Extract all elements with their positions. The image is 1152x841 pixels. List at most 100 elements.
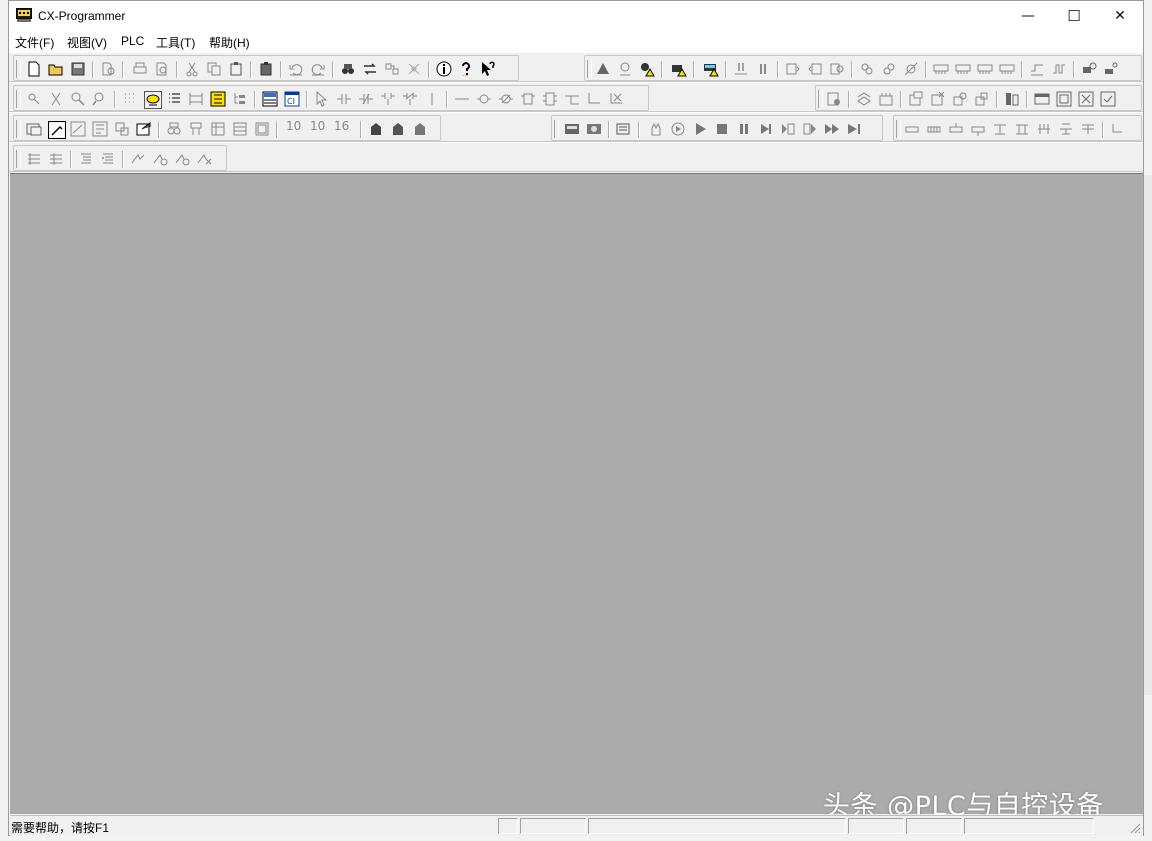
differential-icon[interactable] bbox=[1029, 61, 1045, 77]
print-preview-icon[interactable] bbox=[154, 61, 170, 77]
cut-icon[interactable] bbox=[184, 61, 200, 77]
rung-icon[interactable] bbox=[188, 91, 204, 107]
indent-icon[interactable] bbox=[26, 151, 42, 167]
reset-icon[interactable] bbox=[881, 61, 897, 77]
instruction-icon[interactable] bbox=[520, 91, 536, 107]
list-icon[interactable] bbox=[166, 91, 182, 107]
bookmark-clear-icon[interactable] bbox=[196, 151, 212, 167]
menu-file[interactable]: 文件(F) bbox=[15, 34, 54, 51]
show-comments-icon[interactable] bbox=[144, 91, 162, 109]
upload-icon[interactable] bbox=[785, 61, 801, 77]
resize-grip-icon[interactable] bbox=[1129, 822, 1141, 834]
watch-window-icon[interactable] bbox=[1056, 91, 1072, 107]
contact-no-icon[interactable] bbox=[336, 91, 352, 107]
download-icon[interactable] bbox=[807, 61, 823, 77]
context-help-icon[interactable] bbox=[480, 61, 496, 77]
paste-icon[interactable] bbox=[228, 61, 244, 77]
online-edit-icon[interactable] bbox=[368, 121, 384, 137]
function-block-icon[interactable] bbox=[542, 91, 558, 107]
sim-pause-icon[interactable] bbox=[736, 121, 752, 137]
mnemonic-view-icon[interactable] bbox=[70, 121, 86, 137]
menu-tools[interactable]: 工具(T) bbox=[156, 34, 195, 51]
delete-row-icon[interactable] bbox=[948, 121, 964, 137]
toolbar-grip[interactable] bbox=[16, 60, 21, 78]
compare-plc-icon[interactable] bbox=[829, 61, 845, 77]
sim-transfer-icon[interactable] bbox=[586, 121, 602, 137]
project-window-icon[interactable] bbox=[26, 121, 42, 137]
force-on-icon[interactable] bbox=[733, 61, 749, 77]
find-icon[interactable] bbox=[340, 61, 356, 77]
memory-view-icon[interactable] bbox=[955, 61, 971, 77]
toolbar-grip[interactable] bbox=[896, 120, 901, 138]
copy-icon[interactable] bbox=[206, 61, 222, 77]
zoom-out-icon[interactable] bbox=[92, 91, 108, 107]
toolbar-grip[interactable] bbox=[16, 150, 21, 168]
zoom-in-icon[interactable] bbox=[70, 91, 86, 107]
minimize-button[interactable]: — bbox=[1005, 1, 1051, 31]
memory-edit-icon[interactable] bbox=[977, 61, 993, 77]
online-icon[interactable] bbox=[595, 61, 611, 77]
window-cascade-icon[interactable] bbox=[952, 91, 968, 107]
io-table-icon[interactable] bbox=[1004, 91, 1020, 107]
toolbar-grip[interactable] bbox=[16, 90, 21, 108]
mdi-workspace[interactable] bbox=[10, 173, 1143, 814]
sim-step-icon[interactable] bbox=[670, 121, 686, 137]
properties-icon[interactable] bbox=[136, 121, 152, 137]
contact-or-icon[interactable] bbox=[380, 91, 396, 107]
delete-line-icon[interactable] bbox=[608, 91, 624, 107]
pointer-icon[interactable] bbox=[314, 91, 330, 107]
bookmark-add-icon[interactable] bbox=[130, 151, 146, 167]
ladder-view-icon[interactable] bbox=[48, 121, 66, 139]
compare-icon[interactable] bbox=[100, 61, 116, 77]
bookmark-prev-icon[interactable] bbox=[174, 151, 190, 167]
address-16-label[interactable]: 16 bbox=[334, 119, 349, 133]
replace-icon[interactable] bbox=[362, 61, 378, 77]
corner-line-icon[interactable] bbox=[586, 91, 602, 107]
menu-help[interactable]: 帮助(H) bbox=[209, 34, 250, 51]
address-10-label[interactable]: 10 bbox=[286, 119, 301, 133]
select-scissors-icon[interactable] bbox=[48, 91, 64, 107]
pause-icon[interactable] bbox=[755, 61, 771, 77]
new-file-icon[interactable] bbox=[26, 61, 42, 77]
delete-column-icon[interactable] bbox=[970, 121, 986, 137]
online-edit-cancel-icon[interactable] bbox=[412, 121, 428, 137]
help-icon[interactable] bbox=[458, 61, 474, 77]
open-folder-icon[interactable] bbox=[48, 61, 64, 77]
stop-icon[interactable] bbox=[714, 121, 730, 137]
plc-warning-icon[interactable] bbox=[703, 61, 719, 77]
about-info-icon[interactable] bbox=[436, 61, 452, 77]
vertical-line-icon[interactable] bbox=[424, 91, 440, 107]
run-icon[interactable] bbox=[692, 121, 708, 137]
task-icon[interactable] bbox=[878, 91, 894, 107]
window-split-icon[interactable] bbox=[908, 91, 924, 107]
redo-icon[interactable] bbox=[310, 61, 326, 77]
grid-view-icon[interactable] bbox=[254, 121, 270, 137]
insert-row-icon[interactable] bbox=[904, 121, 920, 137]
sfc-view-icon[interactable] bbox=[114, 121, 130, 137]
branch-icon[interactable] bbox=[564, 91, 580, 107]
sim-hand-icon[interactable] bbox=[648, 121, 664, 137]
monitor-icon[interactable] bbox=[617, 61, 633, 77]
toggle-icon[interactable] bbox=[903, 61, 919, 77]
contact-nc-icon[interactable] bbox=[358, 91, 374, 107]
horizontal-line-icon[interactable] bbox=[454, 91, 470, 107]
sim-list-icon[interactable] bbox=[616, 121, 632, 137]
fast-forward-icon[interactable] bbox=[824, 121, 840, 137]
memory-icon[interactable] bbox=[933, 61, 949, 77]
maximize-button[interactable]: ☐ bbox=[1051, 1, 1097, 31]
toolbar-grip[interactable] bbox=[16, 120, 21, 138]
rung-delete-icon[interactable] bbox=[1058, 121, 1074, 137]
run-to-end-icon[interactable] bbox=[846, 121, 862, 137]
memory-clear-icon[interactable] bbox=[999, 61, 1015, 77]
coil-nc-icon[interactable] bbox=[498, 91, 514, 107]
window-tile-icon[interactable] bbox=[974, 91, 990, 107]
program-icon[interactable] bbox=[826, 91, 842, 107]
title-bar[interactable]: CX-Programmer — ☐ ✕ bbox=[9, 1, 1143, 31]
close-button[interactable]: ✕ bbox=[1097, 1, 1143, 31]
step-out-icon[interactable] bbox=[802, 121, 818, 137]
print-icon[interactable] bbox=[132, 61, 148, 77]
clipboard-icon[interactable] bbox=[258, 61, 274, 77]
cross-reference-icon[interactable] bbox=[406, 61, 422, 77]
return-line-icon[interactable] bbox=[1110, 121, 1126, 137]
step-in-icon[interactable] bbox=[780, 121, 796, 137]
